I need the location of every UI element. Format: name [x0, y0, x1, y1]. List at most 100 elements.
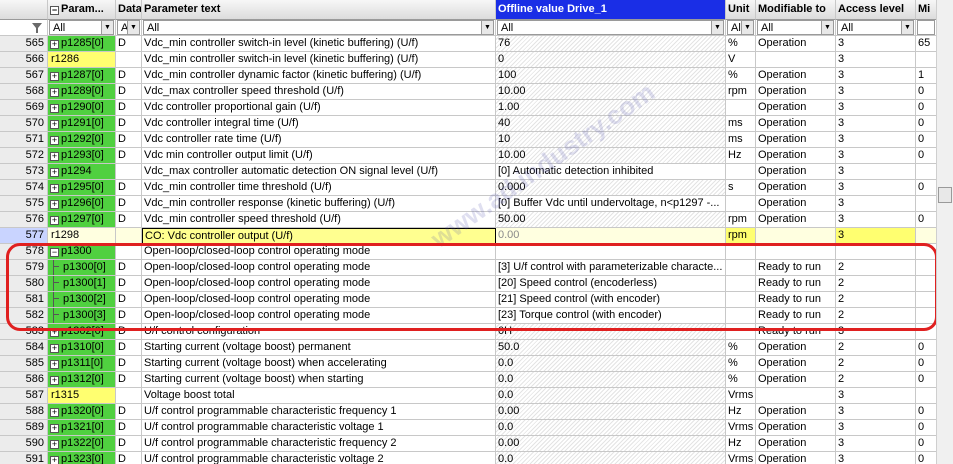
column-header-offline[interactable]: Offline value Drive_1 [496, 0, 726, 20]
unit-cell[interactable]: rpm [726, 228, 756, 244]
unit-cell[interactable] [726, 244, 756, 260]
unit-cell[interactable]: % [726, 372, 756, 388]
expand-icon[interactable]: + [50, 424, 59, 433]
dropdown-arrow-icon[interactable]: ▼ [101, 21, 113, 34]
row-number-cell[interactable]: 574 [0, 180, 48, 196]
offline-value-cell[interactable]: 0.00 [496, 436, 726, 452]
parameter-number-cell[interactable]: + p1290[0] [48, 100, 116, 116]
unit-cell[interactable] [726, 308, 756, 324]
modifiable-cell[interactable]: Operation [756, 132, 836, 148]
table-row[interactable]: 576 + p1297[0] D Vdc_min controller speed th… [0, 212, 953, 228]
data-set-cell[interactable] [116, 228, 142, 244]
parameter-text-cell[interactable]: U/f control programmable characteristic … [142, 404, 496, 420]
dropdown-arrow-icon[interactable]: ▼ [711, 21, 723, 34]
expand-icon[interactable]: + [50, 72, 59, 81]
offline-value-cell[interactable]: 0.0 [496, 420, 726, 436]
table-row[interactable]: 583 + p1302[0] D U/f control configuration 0H… [0, 324, 953, 340]
parameter-text-cell[interactable]: Vdc_min controller dynamic factor (kinet… [142, 68, 496, 84]
parameter-text-cell[interactable]: U/f control programmable characteristic … [142, 452, 496, 464]
modifiable-cell[interactable]: Ready to run [756, 276, 836, 292]
table-row[interactable]: 591 + p1323[0] D U/f control programmable ch… [0, 452, 953, 464]
table-row[interactable]: 588 + p1320[0] D U/f control programmable ch… [0, 404, 953, 420]
offline-value-cell[interactable]: 0.00 [496, 404, 726, 420]
parameter-number-cell[interactable]: + p1294 [48, 164, 116, 180]
table-row[interactable]: 585 + p1311[0] D Starting current (voltage b… [0, 356, 953, 372]
filter-icon[interactable] [32, 23, 42, 33]
filter-unit-select[interactable]: Al ▼ [726, 20, 756, 36]
row-number-cell[interactable]: 572 [0, 148, 48, 164]
offline-value-cell[interactable]: 50.00 [496, 212, 726, 228]
min-value-cell[interactable]: 0 [916, 212, 937, 228]
parameter-number-cell[interactable]: + p1311[0] [48, 356, 116, 372]
access-level-cell[interactable]: 3 [836, 52, 916, 68]
data-set-cell[interactable] [116, 244, 142, 260]
collapse-icon[interactable]: − [50, 248, 59, 257]
modifiable-cell[interactable]: Operation [756, 356, 836, 372]
parameter-number-cell[interactable]: p1300[3] [48, 308, 116, 324]
data-set-cell[interactable]: D [116, 84, 142, 100]
min-value-cell[interactable]: 0 [916, 452, 937, 464]
parameter-text-cell[interactable]: Open-loop/closed-loop control operating … [142, 308, 496, 324]
filter-text-select[interactable]: All ▼ [142, 20, 496, 36]
table-row[interactable]: 567 + p1287[0] D Vdc_min controller dynamic … [0, 68, 953, 84]
unit-cell[interactable]: % [726, 68, 756, 84]
access-level-cell[interactable]: 3 [836, 196, 916, 212]
parameter-number-cell[interactable]: + p1296[0] [48, 196, 116, 212]
modifiable-cell[interactable]: Operation [756, 212, 836, 228]
min-value-cell[interactable]: 0 [916, 84, 937, 100]
expand-icon[interactable]: + [50, 216, 59, 225]
parameter-number-cell[interactable]: p1300[0] [48, 260, 116, 276]
access-level-cell[interactable]: 2 [836, 260, 916, 276]
parameter-text-cell[interactable]: Vdc_min controller switch-in level (kine… [142, 52, 496, 68]
access-level-cell[interactable]: 3 [836, 132, 916, 148]
expand-icon[interactable]: + [50, 120, 59, 129]
parameter-text-cell[interactable]: Open-loop/closed-loop control operating … [142, 244, 496, 260]
min-value-cell[interactable]: 0 [916, 100, 937, 116]
unit-cell[interactable]: Vrms [726, 388, 756, 404]
modifiable-cell[interactable]: Operation [756, 116, 836, 132]
parameter-number-cell[interactable]: p1300[1] [48, 276, 116, 292]
modifiable-cell[interactable]: Ready to run [756, 260, 836, 276]
data-set-cell[interactable] [116, 388, 142, 404]
data-set-cell[interactable]: D [116, 404, 142, 420]
parameter-text-cell[interactable]: U/f control configuration [142, 324, 496, 340]
table-row[interactable]: 565 + p1285[0] D Vdc_min controller switch-i… [0, 36, 953, 52]
expand-icon[interactable]: + [50, 200, 59, 209]
parameter-number-cell[interactable]: + p1320[0] [48, 404, 116, 420]
modifiable-cell[interactable]: Ready to run [756, 308, 836, 324]
parameter-number-cell[interactable]: + p1285[0] [48, 36, 116, 52]
row-number-cell[interactable]: 575 [0, 196, 48, 212]
min-value-cell[interactable]: 0 [916, 356, 937, 372]
unit-cell[interactable]: Vrms [726, 420, 756, 436]
access-level-cell[interactable]: 2 [836, 340, 916, 356]
row-number-cell[interactable]: 591 [0, 452, 48, 464]
min-value-cell[interactable]: 0 [916, 132, 937, 148]
unit-cell[interactable]: Hz [726, 148, 756, 164]
expand-icon[interactable]: + [50, 168, 59, 177]
column-header-mi[interactable]: Mi [916, 0, 937, 20]
row-number-cell[interactable]: 585 [0, 356, 48, 372]
table-row[interactable]: 587 r1315 Voltage boost total 0.0 Vrms 3 [0, 388, 953, 404]
unit-cell[interactable] [726, 324, 756, 340]
unit-cell[interactable] [726, 100, 756, 116]
data-set-cell[interactable]: D [116, 356, 142, 372]
data-set-cell[interactable] [116, 164, 142, 180]
parameter-text-cell[interactable]: Starting current (voltage boost) permane… [142, 340, 496, 356]
access-level-cell[interactable]: 3 [836, 436, 916, 452]
modifiable-cell[interactable] [756, 52, 836, 68]
min-value-cell[interactable] [916, 260, 937, 276]
row-number-cell[interactable]: 566 [0, 52, 48, 68]
expand-icon[interactable]: + [50, 40, 59, 49]
parameter-text-cell[interactable]: Vdc_min controller response (kinetic buf… [142, 196, 496, 212]
expand-icon[interactable]: + [50, 456, 59, 464]
offline-value-cell[interactable]: [20] Speed control (encoderless) [496, 276, 726, 292]
modifiable-cell[interactable] [756, 388, 836, 404]
offline-value-cell[interactable]: 0.0 [496, 372, 726, 388]
data-set-cell[interactable]: D [116, 180, 142, 196]
access-level-cell[interactable]: 3 [836, 36, 916, 52]
row-number-cell[interactable]: 587 [0, 388, 48, 404]
unit-cell[interactable] [726, 164, 756, 180]
parameter-text-cell[interactable]: Vdc controller proportional gain (U/f) [142, 100, 496, 116]
row-number-cell[interactable]: 577 [0, 228, 48, 244]
parameter-number-cell[interactable]: + p1287[0] [48, 68, 116, 84]
